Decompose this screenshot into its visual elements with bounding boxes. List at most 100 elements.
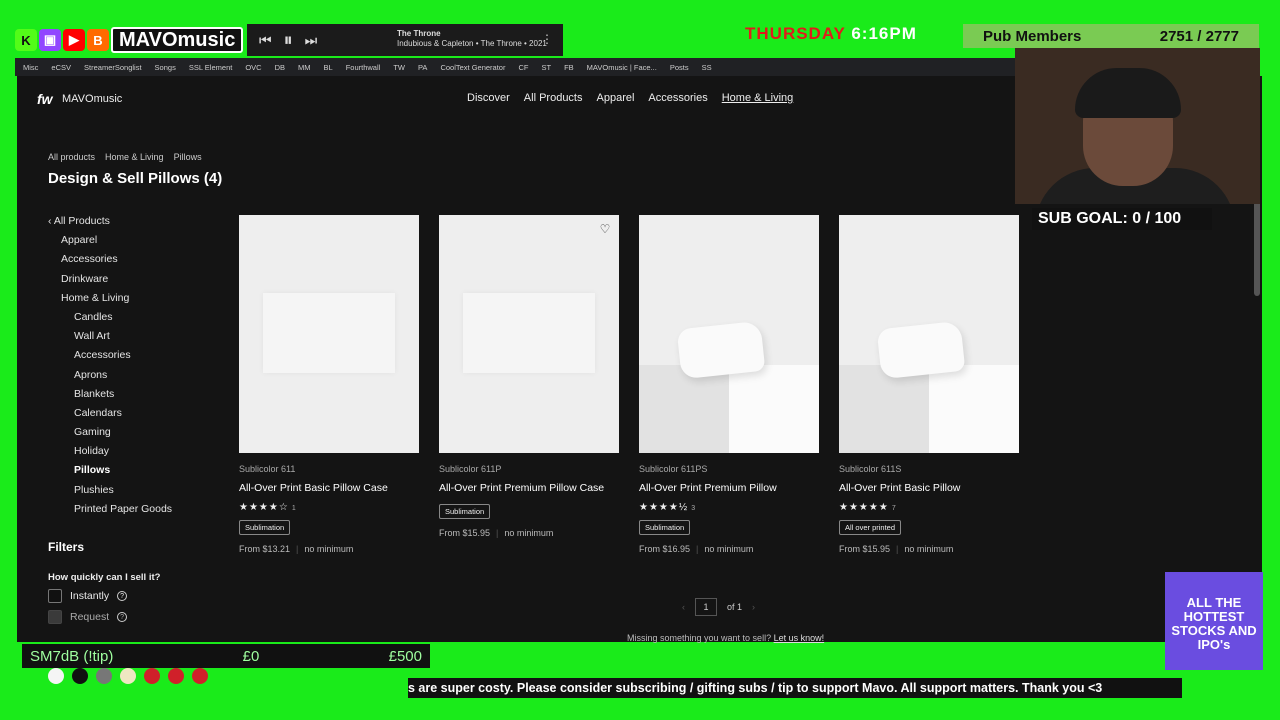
more-icon[interactable]: ⋮	[541, 32, 553, 46]
prev-page-icon[interactable]: ‹	[682, 602, 685, 612]
page-total: of 1	[727, 602, 743, 612]
sidebar-item-apparel[interactable]: Apparel	[48, 233, 218, 252]
sidebar-item-blankets[interactable]: Blankets	[48, 387, 218, 406]
product-sku: Sublicolor 611S	[839, 464, 902, 474]
bookmark-item[interactable]: PA	[418, 63, 427, 72]
bookmark-item[interactable]: eCSV	[51, 63, 71, 72]
clock-time: 6:16PM	[851, 24, 917, 43]
sidebar-item-pillows[interactable]: Pillows	[48, 463, 218, 482]
bookmark-item[interactable]: CF	[518, 63, 528, 72]
sidebar-item-printed-paper-goods[interactable]: Printed Paper Goods	[48, 502, 218, 521]
sidebar-item-calendars[interactable]: Calendars	[48, 406, 218, 425]
product-price: From $15.95	[839, 544, 891, 554]
breadcrumb-all-products[interactable]: All products	[48, 152, 95, 162]
site-logo[interactable]: fw	[37, 91, 53, 107]
color-dot	[72, 668, 88, 684]
nav-apparel[interactable]: Apparel	[597, 92, 635, 104]
bookmark-item[interactable]: SSL Element	[189, 63, 233, 72]
ticker-text: s are super costy. Please consider subsc…	[408, 678, 1182, 698]
store-name[interactable]: MAVOmusic	[62, 93, 122, 105]
nav-accessories[interactable]: Accessories	[648, 92, 707, 104]
sidebar-item-holiday[interactable]: Holiday	[48, 444, 218, 463]
request-checkbox[interactable]	[48, 610, 62, 624]
product-tag: Sublimation	[639, 520, 691, 535]
product-image[interactable]	[839, 215, 1019, 453]
bookmark-item[interactable]: ST	[541, 63, 551, 72]
breadcrumb-pillows[interactable]: Pillows	[174, 152, 202, 162]
sidebar-item-wall-art[interactable]: Wall Art	[48, 329, 218, 348]
now-playing: The Throne Indubious & Capleton • The Th…	[397, 29, 547, 49]
filters-heading: Filters	[48, 540, 85, 554]
bookmark-item[interactable]: CoolText Generator	[440, 63, 505, 72]
bookmark-item[interactable]: TW	[393, 63, 405, 72]
filter-option-instantly[interactable]: Instantly ?	[48, 589, 128, 603]
request-label: Request	[70, 611, 110, 623]
next-track-icon[interactable]: ⏭	[305, 32, 318, 49]
next-page-icon[interactable]: ›	[752, 602, 755, 612]
product-price-row: From $16.95 | no minimum	[639, 544, 754, 554]
nav-discover[interactable]: Discover	[467, 92, 510, 104]
pillow-case-graphic	[263, 293, 395, 373]
category-sidebar: ‹ All Products Apparel Accessories Drink…	[48, 214, 218, 521]
bookmark-item[interactable]: MAVOmusic | Face...	[587, 63, 657, 72]
sidebar-item-accessories-sub[interactable]: Accessories	[48, 348, 218, 367]
youtube-icon: ▶	[63, 29, 85, 51]
breadcrumb-home-living[interactable]: Home & Living	[105, 152, 164, 162]
product-image[interactable]	[639, 215, 819, 453]
bookmark-item[interactable]: DB	[275, 63, 285, 72]
product-image[interactable]	[239, 215, 419, 453]
pub-members-count: 2751 / 2777	[1159, 27, 1239, 45]
bookmark-item[interactable]: FB	[564, 63, 574, 72]
bookmark-item[interactable]: Songs	[155, 63, 176, 72]
bookmark-item[interactable]: StreamerSonglist	[84, 63, 142, 72]
sidebar-item-plushies[interactable]: Plushies	[48, 483, 218, 502]
bookmark-item[interactable]: OVC	[245, 63, 261, 72]
nav-all-products[interactable]: All Products	[524, 92, 583, 104]
sidebar-item-home-living[interactable]: Home & Living	[48, 291, 218, 310]
product-name[interactable]: All-Over Print Premium Pillow	[639, 482, 819, 494]
sidebar-item-drinkware[interactable]: Drinkware	[48, 272, 218, 291]
help-icon[interactable]: ?	[117, 591, 128, 601]
nav-home-living[interactable]: Home & Living	[722, 92, 794, 104]
display-block-graphic	[729, 365, 819, 453]
product-name[interactable]: All-Over Print Basic Pillow	[839, 482, 1019, 494]
product-card[interactable]: Sublicolor 611S All-Over Print Basic Pil…	[839, 215, 1019, 554]
product-image[interactable]: ♡	[439, 215, 619, 453]
instantly-label: Instantly	[70, 590, 110, 602]
bookmark-item[interactable]: BL	[324, 63, 333, 72]
sidebar-item-candles[interactable]: Candles	[48, 310, 218, 329]
product-card[interactable]: ♡ Sublicolor 611P All-Over Print Premium…	[439, 215, 619, 538]
webcam-person-cap	[1075, 68, 1181, 118]
clock-day: THURSDAY	[745, 24, 846, 43]
sidebar-back-all-products[interactable]: ‹ All Products	[48, 214, 218, 233]
review-count: 1	[291, 505, 296, 512]
help-icon[interactable]: ?	[117, 612, 128, 622]
missing-text: Missing something you want to sell?	[627, 633, 772, 643]
product-tag: All over printed	[839, 520, 902, 535]
ad-box: ALL THE HOTTEST STOCKS AND IPO's	[1165, 572, 1263, 670]
bookmark-item[interactable]: SS	[702, 63, 712, 72]
previous-track-icon[interactable]: ⏮	[259, 32, 272, 49]
heart-icon[interactable]: ♡	[597, 221, 613, 237]
pause-icon[interactable]: ⏸	[284, 30, 293, 51]
product-card[interactable]: Sublicolor 611 All-Over Print Basic Pill…	[239, 215, 419, 554]
display-block-graphic	[639, 365, 729, 453]
sidebar-item-aprons[interactable]: Aprons	[48, 368, 218, 387]
page-number[interactable]: 1	[695, 598, 717, 616]
bookmark-item[interactable]: Misc	[23, 63, 38, 72]
sidebar-item-accessories[interactable]: Accessories	[48, 252, 218, 271]
bookmark-item[interactable]: Fourthwall	[346, 63, 381, 72]
product-name[interactable]: All-Over Print Premium Pillow Case	[439, 482, 619, 494]
filter-option-request[interactable]: Request ?	[48, 610, 128, 624]
instantly-checkbox[interactable]	[48, 589, 62, 603]
product-card[interactable]: Sublicolor 611PS All-Over Print Premium …	[639, 215, 819, 554]
color-dot	[168, 668, 184, 684]
color-dots	[48, 668, 208, 684]
sidebar-item-gaming[interactable]: Gaming	[48, 425, 218, 444]
product-minimum: no minimum	[704, 544, 754, 554]
product-price: From $16.95	[639, 544, 691, 554]
product-name[interactable]: All-Over Print Basic Pillow Case	[239, 482, 419, 494]
let-us-know-link[interactable]: Let us know!	[774, 633, 825, 643]
bookmark-item[interactable]: Posts	[670, 63, 689, 72]
bookmark-item[interactable]: MM	[298, 63, 311, 72]
